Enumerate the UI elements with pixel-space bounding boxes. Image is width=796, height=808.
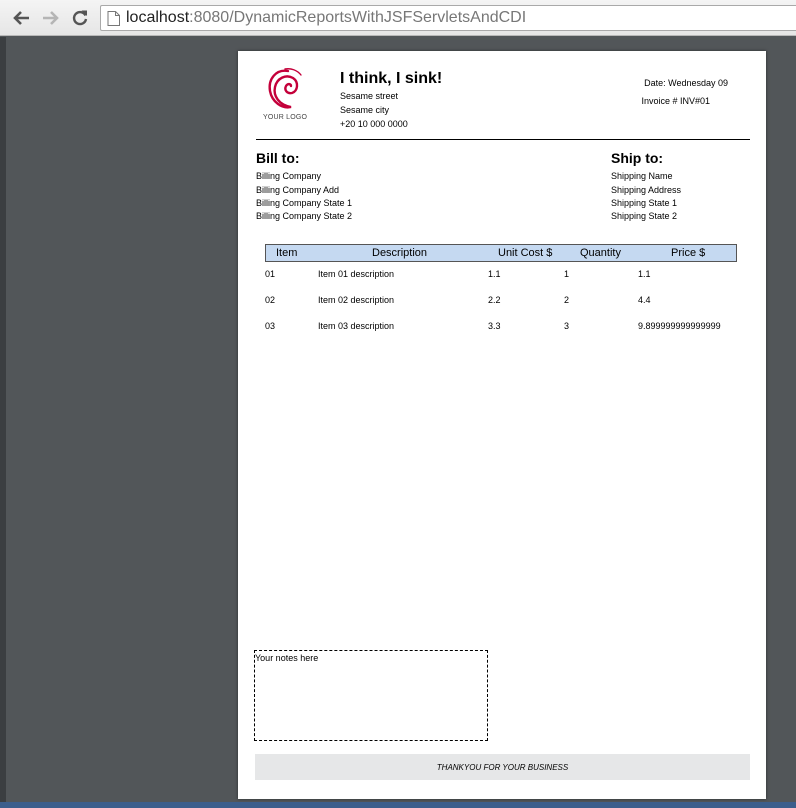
cell-description: Item 01 description — [318, 269, 395, 279]
cell-unit-cost: 1.1 — [488, 269, 501, 279]
invoice-date: Date: Wednesday 09 — [644, 78, 728, 88]
items-table-header: Item Description Unit Cost $ Quantity Pr… — [265, 244, 737, 262]
notes-text: Your notes here — [255, 653, 319, 663]
col-header-unit-cost: Unit Cost $ — [498, 247, 553, 259]
bill-to-line: Billing Company State 2 — [256, 211, 353, 221]
ship-to-line: Shipping State 1 — [611, 198, 678, 208]
forward-button[interactable] — [40, 8, 62, 28]
ship-to-line: Shipping Name — [611, 171, 673, 181]
ship-to-line: Shipping State 2 — [611, 211, 678, 221]
company-name: I think, I sink! — [340, 70, 443, 87]
bill-to-title: Bill to: — [256, 150, 300, 166]
cell-quantity: 3 — [564, 321, 570, 331]
back-button[interactable] — [10, 8, 32, 28]
col-header-price: Price $ — [671, 247, 706, 259]
cell-unit-cost: 3.3 — [488, 321, 501, 331]
cell-quantity: 2 — [564, 295, 570, 305]
notes-box: Your notes here — [254, 650, 488, 741]
ship-to-line: Shipping Address — [611, 185, 682, 195]
browser-toolbar: localhost:8080/DynamicReportsWithJSFServ… — [0, 0, 796, 36]
window-bottom-border — [0, 802, 796, 808]
url-host: localhost — [126, 9, 190, 26]
cell-item: 01 — [265, 269, 276, 279]
company-street: Sesame street — [340, 91, 399, 101]
viewer-left-edge — [0, 37, 6, 808]
col-header-quantity: Quantity — [580, 247, 621, 259]
bill-to-line: Billing Company — [256, 171, 322, 181]
cell-description: Item 03 description — [318, 321, 395, 331]
cell-price: 4.4 — [638, 295, 651, 305]
invoice-number: Invoice # INV#01 — [641, 96, 710, 106]
cell-description: Item 02 description — [318, 295, 395, 305]
url-path: :8080/DynamicReportsWithJSFServletsAndCD… — [189, 9, 527, 26]
forward-arrow-icon — [43, 11, 59, 25]
cell-item: 02 — [265, 295, 276, 305]
cell-quantity: 1 — [564, 269, 570, 279]
url-text: localhost:8080/DynamicReportsWithJSFServ… — [126, 9, 526, 27]
bill-to-line: Billing Company State 1 — [256, 198, 353, 208]
cell-item: 03 — [265, 321, 276, 331]
col-header-item: Item — [276, 247, 298, 259]
logo-text: YOUR LOGO — [263, 114, 308, 121]
cell-price: 1.1 — [638, 269, 651, 279]
back-arrow-icon — [13, 11, 29, 25]
reload-button[interactable] — [69, 8, 91, 28]
page-icon — [107, 10, 120, 26]
company-city: Sesame city — [340, 105, 390, 115]
cell-unit-cost: 2.2 — [488, 295, 501, 305]
header-divider — [256, 139, 750, 140]
reload-icon — [72, 10, 88, 26]
ship-to-title: Ship to: — [611, 150, 664, 166]
debian-swirl-icon — [268, 68, 302, 109]
col-header-description: Description — [372, 247, 428, 259]
bill-to-line: Billing Company Add — [256, 185, 340, 195]
report-page: YOUR LOGO I think, I sink! Sesame street… — [238, 51, 766, 799]
cell-price: 9.899999999999999 — [638, 321, 721, 331]
address-bar[interactable]: localhost:8080/DynamicReportsWithJSFServ… — [100, 5, 796, 31]
company-phone: +20 10 000 0000 — [340, 119, 408, 129]
footer-text: THANKYOU FOR YOUR BUSINESS — [436, 763, 569, 772]
footer-bar: THANKYOU FOR YOUR BUSINESS — [255, 754, 750, 780]
